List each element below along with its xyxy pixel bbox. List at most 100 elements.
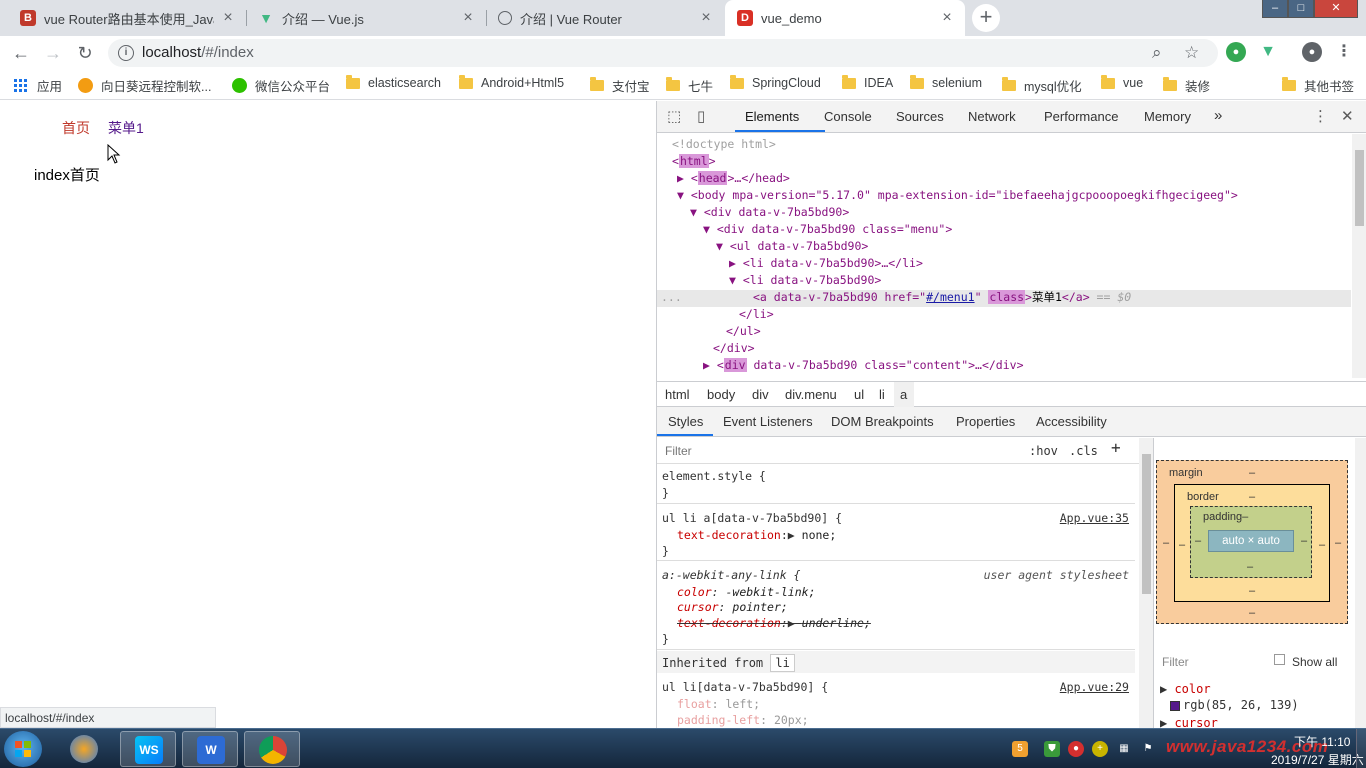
- extension-icon[interactable]: ●: [1226, 42, 1246, 62]
- tree-head[interactable]: ▶ <head>…</head>: [677, 170, 790, 187]
- tab-vuejs-intro[interactable]: ▼ 介绍 — Vue.js ×: [246, 0, 486, 36]
- margin-top-value[interactable]: –: [1249, 467, 1255, 479]
- bookmark-wechat[interactable]: 微信公众平台: [232, 76, 330, 95]
- tab-dom-breakpoints[interactable]: DOM Breakpoints: [831, 414, 934, 429]
- bookmark-alipay[interactable]: 支付宝: [590, 76, 650, 95]
- margin-bottom-value[interactable]: –: [1249, 607, 1255, 619]
- rule-selector[interactable]: ul li a[data-v-7ba5bd90] {: [662, 510, 842, 526]
- maximize-button[interactable]: □: [1288, 0, 1314, 18]
- bookmark-sunflower[interactable]: 向日葵远程控制软...: [78, 76, 211, 95]
- info-icon[interactable]: i: [118, 45, 134, 61]
- tree-a-selected[interactable]: <a data-v-7ba5bd90 href="#/menu1" class>…: [753, 289, 1131, 306]
- breadcrumb-html[interactable]: html: [665, 387, 690, 402]
- scrollbar-thumb[interactable]: [1142, 454, 1151, 594]
- bookmark-star-icon[interactable]: ☆: [1184, 43, 1199, 63]
- rule-declaration[interactable]: text-decoration:▶ none;: [677, 527, 836, 543]
- tab-vue-demo[interactable]: D vue_demo ×: [725, 0, 965, 36]
- menu-link-home[interactable]: 首页: [62, 118, 90, 138]
- tab-accessibility[interactable]: Accessibility: [1036, 414, 1107, 429]
- tab-properties[interactable]: Properties: [956, 414, 1015, 429]
- scrollbar-thumb[interactable]: [1355, 150, 1364, 226]
- start-button[interactable]: [4, 731, 42, 767]
- tab-network[interactable]: Network: [968, 109, 1016, 124]
- tree-div-content[interactable]: ▶ <div data-v-7ba5bd90 class="content">……: [703, 357, 1024, 374]
- network-icon[interactable]: ▦: [1116, 741, 1132, 757]
- flag-icon[interactable]: ⚑: [1140, 741, 1156, 757]
- elements-scrollbar[interactable]: [1352, 134, 1366, 378]
- tab-performance[interactable]: Performance: [1044, 109, 1118, 124]
- bookmark-vue[interactable]: vue: [1101, 74, 1143, 90]
- profile-icon[interactable]: ●: [1302, 42, 1322, 62]
- tab-event-listeners[interactable]: Event Listeners: [723, 414, 813, 429]
- close-icon[interactable]: ×: [939, 9, 955, 27]
- breadcrumb-div[interactable]: div: [752, 387, 769, 402]
- rule-declaration-inactive[interactable]: padding-left: 20px;: [677, 712, 809, 728]
- close-window-button[interactable]: ✕: [1314, 0, 1358, 18]
- minimize-button[interactable]: –: [1262, 0, 1288, 18]
- device-toolbar-icon[interactable]: ▯: [697, 107, 705, 125]
- close-icon[interactable]: ×: [220, 9, 236, 27]
- breadcrumb-a[interactable]: a: [900, 387, 907, 402]
- styles-filter-input[interactable]: [661, 441, 1017, 461]
- bookmark-springcloud[interactable]: SpringCloud: [730, 74, 821, 90]
- rule-declaration-inactive[interactable]: float: left;: [677, 696, 760, 712]
- taskbar-app-explorer[interactable]: [56, 731, 112, 767]
- tab-sources[interactable]: Sources: [896, 109, 944, 124]
- breadcrumb-div-menu[interactable]: div.menu: [785, 387, 837, 402]
- bookmark-decoration[interactable]: 装修: [1163, 76, 1210, 95]
- bookmark-qiniu[interactable]: 七牛: [666, 76, 713, 95]
- tree-li-open[interactable]: ▼ <li data-v-7ba5bd90>: [729, 272, 881, 289]
- margin-right-value[interactable]: –: [1335, 537, 1341, 549]
- new-tab-button[interactable]: +: [972, 4, 1000, 32]
- padding-right-value[interactable]: –: [1301, 535, 1307, 547]
- rule-selector[interactable]: ul li[data-v-7ba5bd90] {: [662, 679, 828, 695]
- close-icon[interactable]: ×: [698, 9, 714, 27]
- padding-bottom-value[interactable]: –: [1247, 561, 1253, 573]
- tree-html[interactable]: <html>: [672, 153, 716, 170]
- show-all-checkbox[interactable]: [1274, 654, 1285, 665]
- color-swatch[interactable]: [1170, 700, 1180, 711]
- rule-declaration[interactable]: cursor: pointer;: [677, 599, 788, 615]
- vue-devtools-icon[interactable]: ▼: [1258, 42, 1278, 62]
- breadcrumb-ul[interactable]: ul: [854, 387, 864, 402]
- tab-memory[interactable]: Memory: [1144, 109, 1191, 124]
- menu-kebab-icon[interactable]: ⋮: [1334, 42, 1354, 62]
- tray-app-icon[interactable]: 5: [1012, 741, 1028, 757]
- rule-declaration-overridden[interactable]: text-decoration:▶ underline;: [677, 615, 871, 631]
- address-bar[interactable]: i localhost/#/index ⌕ ☆: [108, 39, 1218, 67]
- border-right-value[interactable]: –: [1319, 539, 1325, 551]
- forward-icon[interactable]: →: [40, 40, 66, 66]
- computed-property-color[interactable]: ▶ color: [1160, 682, 1211, 696]
- bookmark-mysql[interactable]: mysql优化: [1002, 76, 1082, 95]
- breadcrumb-li[interactable]: li: [879, 387, 885, 402]
- tab-vue-router-article[interactable]: B vue Router路由基本使用_Java开 ×: [8, 0, 246, 36]
- border-top-value[interactable]: –: [1249, 491, 1255, 503]
- taskbar-app-wps[interactable]: W: [182, 731, 238, 767]
- rule-source-link[interactable]: App.vue:35: [1060, 510, 1129, 526]
- cls-toggle[interactable]: .cls: [1069, 443, 1098, 459]
- rule-selector[interactable]: element.style {: [662, 468, 766, 484]
- devtools-menu-icon[interactable]: ⋮: [1313, 107, 1328, 125]
- more-tabs-icon[interactable]: »: [1214, 107, 1222, 124]
- hov-toggle[interactable]: :hov: [1029, 443, 1058, 459]
- taskbar-app-webstorm[interactable]: WS: [120, 731, 176, 767]
- shield-icon[interactable]: ⛊: [1044, 741, 1060, 757]
- close-devtools-icon[interactable]: ✕: [1341, 107, 1354, 125]
- box-model-content[interactable]: auto × auto: [1208, 530, 1294, 552]
- tab-vue-router-intro[interactable]: 介绍 | Vue Router ×: [486, 0, 724, 36]
- tab-elements[interactable]: Elements: [745, 109, 799, 124]
- rule-source-link[interactable]: App.vue:29: [1060, 679, 1129, 695]
- tab-styles[interactable]: Styles: [668, 414, 703, 429]
- tray-red-icon[interactable]: ●: [1068, 741, 1084, 757]
- tray-plus-icon[interactable]: +: [1092, 741, 1108, 757]
- bookmark-android-html5[interactable]: Android+Html5: [459, 74, 564, 90]
- tree-ul[interactable]: ▼ <ul data-v-7ba5bd90>: [716, 238, 868, 255]
- tree-div-menu[interactable]: ▼ <div data-v-7ba5bd90 class="menu">: [703, 221, 952, 238]
- new-rule-icon[interactable]: +: [1111, 440, 1121, 456]
- breadcrumb-body[interactable]: body: [707, 387, 735, 402]
- clock-date[interactable]: 2019/7/27 星期六: [1271, 751, 1364, 768]
- border-bottom-value[interactable]: –: [1249, 585, 1255, 597]
- bookmark-selenium[interactable]: selenium: [910, 74, 982, 90]
- show-desktop-button[interactable]: [1356, 729, 1366, 768]
- padding-left-value[interactable]: –: [1195, 535, 1201, 547]
